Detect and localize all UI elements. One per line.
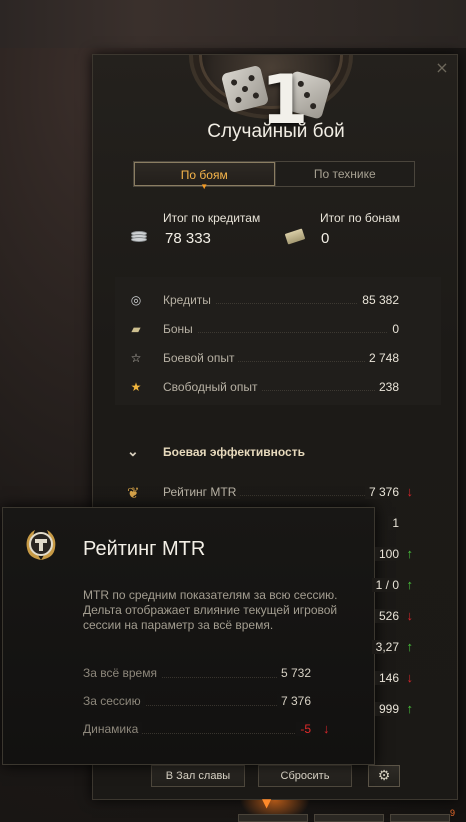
efficiency-value: 100 (374, 547, 399, 561)
trend-up-icon: ↑ (406, 577, 414, 592)
efficiency-value: 146 (374, 671, 399, 685)
hall-of-fame-button[interactable]: В Зал славы (151, 765, 245, 787)
counter-badge: 9 (450, 808, 456, 818)
reset-button[interactable]: Сбросить (258, 765, 352, 787)
free-xp-icon: ★ (130, 380, 142, 394)
battle-type-title: Случайный бой (207, 121, 345, 142)
tooltip-description: MTR по средним показателям за всю сессию… (83, 588, 338, 632)
totals-summary: Итог по кредитам 78 333 Итог по бонам 0 (123, 211, 433, 251)
efficiency-value: 999 (374, 702, 399, 716)
bottom-bar-slot[interactable] (390, 814, 450, 822)
view-tabs: По боям ▼ По технике (133, 161, 415, 191)
stat-label: Кредиты (163, 293, 215, 307)
combat-xp-icon: ☆ (130, 351, 142, 365)
trend-up-icon: ↑ (406, 546, 414, 561)
credits-icon (131, 231, 147, 243)
bottom-bar-slot[interactable] (238, 814, 308, 822)
efficiency-value: 526 (374, 609, 399, 623)
tooltip-row-label: За всё время (83, 666, 161, 680)
tab-by-vehicles[interactable]: По технике (274, 162, 415, 186)
trend-down-icon: ↓ (406, 484, 414, 499)
bonds-total-value: 0 (321, 230, 330, 247)
list-item: ▰ Боны 0 (115, 320, 441, 340)
chevron-down-icon: ▼ (200, 182, 209, 191)
efficiency-row-mtr[interactable]: ❦ Рейтинг MTR 7 376 ↓ (115, 482, 441, 504)
credits-total-label: Итог по кредитам (163, 211, 261, 225)
stat-value: 238 (374, 380, 399, 394)
stat-value: 0 (388, 322, 399, 336)
trend-up-icon: ↑ (406, 639, 414, 654)
tooltip-row-session: За сессию 7 376 (83, 694, 311, 712)
tooltip-row-label: За сессию (83, 694, 145, 708)
trend-up-icon: ↑ (406, 701, 414, 716)
earnings-list: ◎ Кредиты 85 382 ▰ Боны 0 ☆ Боевой опыт … (115, 277, 441, 405)
efficiency-value: 1 (388, 516, 399, 530)
tab-by-battles[interactable]: По боям ▼ (134, 162, 275, 191)
close-icon[interactable]: × (435, 60, 449, 76)
stat-label: Боны (163, 322, 197, 336)
trend-down-icon: ↓ (406, 670, 414, 685)
gear-icon[interactable]: ⚙ (368, 765, 400, 787)
efficiency-value: 1 / 0 (371, 578, 399, 592)
tooltip-row-all-time: За всё время 5 732 (83, 666, 311, 684)
efficiency-label: Рейтинг MTR (163, 485, 241, 499)
mtr-rating-icon: ❦ (127, 485, 140, 502)
mtr-tooltip: Рейтинг MTR MTR по средним показателям з… (2, 507, 375, 765)
bottom-bar-slot[interactable] (314, 814, 384, 822)
section-title: Боевая эффективность (163, 445, 305, 459)
stat-label: Свободный опыт (163, 380, 262, 394)
tab-label: По боям (180, 168, 228, 182)
tooltip-row-value: 5 732 (276, 666, 311, 680)
chevron-down-icon: ⌄ (127, 443, 139, 459)
tooltip-row-label: Динамика (83, 722, 143, 736)
background-top-bar (0, 0, 466, 48)
bonds-icon: ▰ (131, 322, 141, 336)
list-item: ◎ Кредиты 85 382 (115, 291, 441, 311)
list-item: ☆ Боевой опыт 2 748 (115, 349, 441, 369)
trend-down-icon: ↓ (406, 608, 414, 623)
stat-value: 2 748 (364, 351, 399, 365)
efficiency-value: 7 376 (364, 485, 399, 499)
bonds-total-label: Итог по бонам (320, 211, 400, 225)
list-item: ★ Свободный опыт 238 (115, 378, 441, 398)
trend-down-icon: ↓ (323, 721, 330, 736)
tooltip-title: Рейтинг MTR (83, 538, 206, 560)
credits-total-value: 78 333 (165, 230, 211, 247)
mtr-rating-icon (21, 526, 61, 566)
chevron-down-icon[interactable]: ▼ (262, 796, 271, 810)
tooltip-row-value: -5 (296, 722, 311, 736)
stat-label: Боевой опыт (163, 351, 239, 365)
stat-value: 85 382 (358, 293, 399, 307)
tooltip-row-dynamics: Динамика -5 (83, 722, 311, 740)
efficiency-value: 3,27 (371, 640, 399, 654)
efficiency-section-header[interactable]: ⌄ Боевая эффективность (127, 443, 305, 459)
tooltip-row-value: 7 376 (276, 694, 311, 708)
tab-label: По технике (313, 167, 376, 181)
credits-icon: ◎ (130, 293, 142, 307)
bonds-icon (284, 228, 306, 245)
